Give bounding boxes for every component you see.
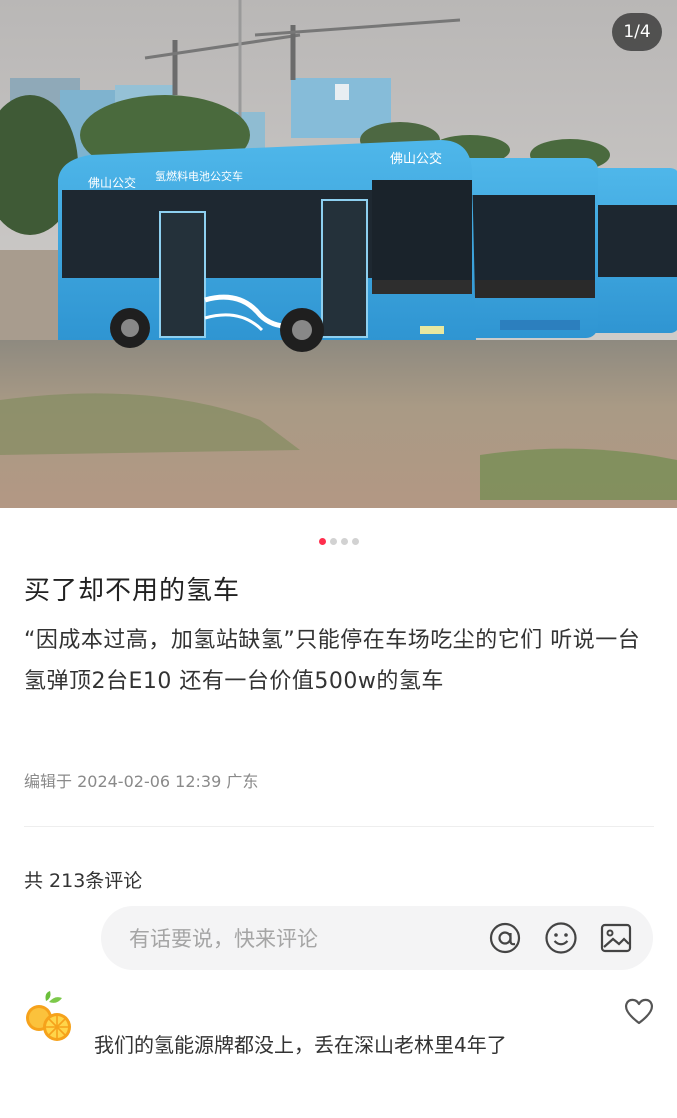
bus-photo-image: 佛山公交 氢燃料电池公交车 佛山公交 [0,0,677,508]
emoji-icon[interactable] [543,920,579,956]
comment-input-bar[interactable] [101,906,653,970]
image-counter-badge: 1/4 [612,13,662,51]
image-icon[interactable] [598,920,634,956]
pager-dot-1[interactable] [318,538,326,545]
image-pager-dots [0,538,677,546]
post-photo[interactable]: 佛山公交 氢燃料电池公交车 佛山公交 1/4 [0,0,677,508]
comment-text: 我们的氢能源牌都没上，丢在深山老林里4年了 [94,1033,507,1057]
pager-dot-2[interactable] [329,538,337,545]
divider [24,826,654,827]
orange-slice-avatar[interactable] [24,991,76,1043]
at-icon[interactable] [487,920,523,956]
comment-input[interactable] [127,920,471,958]
post-meta: 编辑于 2024-02-06 12:39 广东 [24,772,259,791]
post-title: 买了却不用的氢车 [24,576,241,606]
bus-roof-text: 佛山公交 [88,175,136,190]
pager-dot-4[interactable] [351,538,359,545]
bus-side-text: 氢燃料电池公交车 [155,169,243,183]
bus-front-text: 佛山公交 [390,151,442,167]
comment-count: 共 213条评论 [24,870,143,892]
post-body: “因成本过高，加氢站缺氢”只能停在车场吃尘的它们 听说一台氢弹顶2台E10 还有… [24,628,641,694]
heart-like-icon[interactable] [623,996,655,1026]
pager-dot-3[interactable] [340,538,348,545]
